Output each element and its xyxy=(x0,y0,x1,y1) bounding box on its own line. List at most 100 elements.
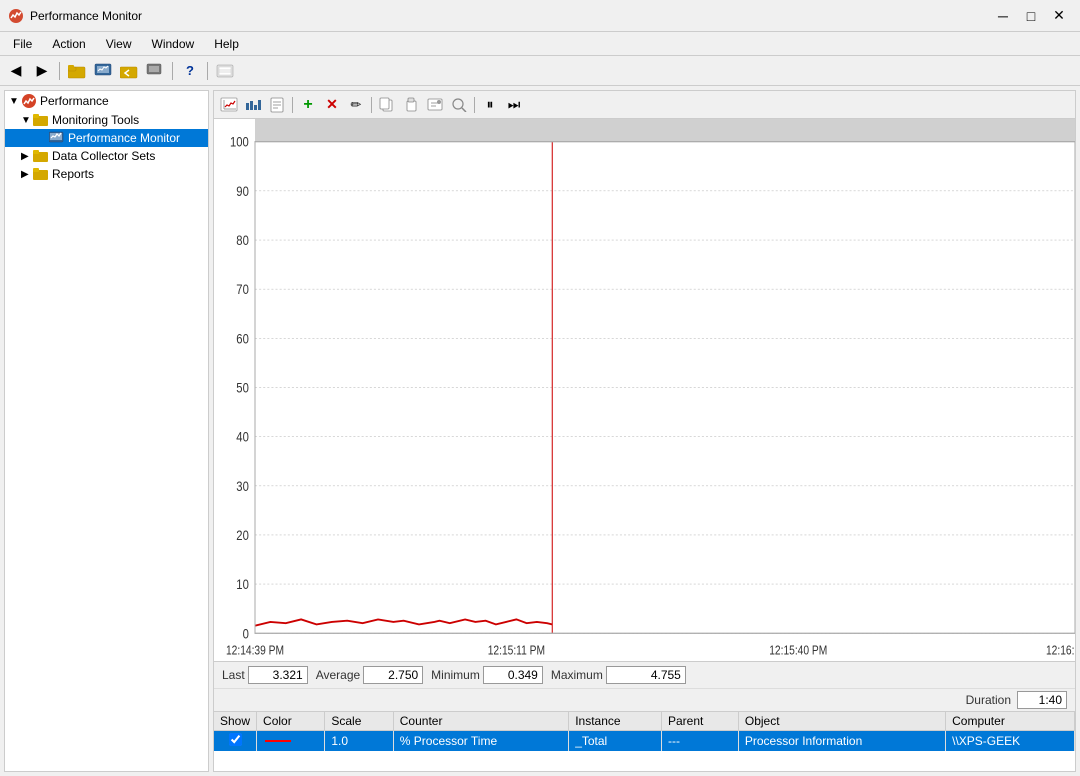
report-button[interactable] xyxy=(266,95,288,115)
expand-icon-monitoring: ▼ xyxy=(21,115,33,126)
col-computer: Computer xyxy=(946,712,1075,731)
svg-text:12:15:40 PM: 12:15:40 PM xyxy=(769,645,827,658)
outer-toolbar: ◀ ▶ ? xyxy=(0,56,1080,86)
folder-button[interactable] xyxy=(65,60,89,82)
svg-text:0: 0 xyxy=(243,626,249,641)
stats-row: Last 3.321 Average 2.750 Minimum 0.349 M… xyxy=(214,661,1075,688)
sidebar-label-performance: Performance xyxy=(40,94,109,108)
sidebar: ▼ Performance ▼ Monitoring Tools xyxy=(4,90,209,772)
duration-label: Duration xyxy=(966,693,1011,707)
inner-sep1 xyxy=(292,97,293,113)
expand-icon-reports: ▶ xyxy=(21,169,33,180)
add-counter-button[interactable]: + xyxy=(297,95,319,115)
monitor-btn[interactable] xyxy=(91,60,115,82)
menu-bar: File Action View Window Help xyxy=(0,32,1080,56)
maximum-value: 4.755 xyxy=(606,666,686,684)
app-icon xyxy=(8,8,24,24)
svg-text:12:14:39 PM: 12:14:39 PM xyxy=(226,645,284,658)
svg-text:12:16:17 PM: 12:16:17 PM xyxy=(1046,645,1075,658)
folder-collector-icon xyxy=(33,149,49,163)
back-button[interactable]: ◀ xyxy=(4,60,28,82)
sidebar-item-performance-monitor[interactable]: Performance Monitor xyxy=(5,129,208,147)
pause-button[interactable]: ⏸ xyxy=(479,95,501,115)
paste-button[interactable] xyxy=(400,95,422,115)
inner-sep2 xyxy=(371,97,372,113)
copy-button[interactable] xyxy=(376,95,398,115)
right-panel: + ✕ ✏ xyxy=(213,90,1076,772)
svg-text:40: 40 xyxy=(236,430,249,445)
title-bar: Performance Monitor ─ □ ✕ xyxy=(0,0,1080,32)
stat-minimum: Minimum 0.349 xyxy=(431,666,543,684)
window-title: Performance Monitor xyxy=(30,9,990,23)
console-btn[interactable] xyxy=(213,60,237,82)
svg-text:80: 80 xyxy=(236,233,249,248)
instance-cell: _Total xyxy=(569,731,662,752)
last-label: Last xyxy=(222,668,245,682)
col-instance: Instance xyxy=(569,712,662,731)
svg-text:20: 20 xyxy=(236,528,249,543)
sidebar-item-reports[interactable]: ▶ Reports xyxy=(5,165,208,183)
expand-icon-performance: ▼ xyxy=(9,96,21,107)
sidebar-label-data-collector-sets: Data Collector Sets xyxy=(52,149,155,163)
col-color: Color xyxy=(257,712,325,731)
stat-last: Last 3.321 xyxy=(222,666,308,684)
folder-monitoring-icon xyxy=(33,113,49,127)
sidebar-label-reports: Reports xyxy=(52,167,94,181)
sidebar-label-monitoring-tools: Monitoring Tools xyxy=(52,113,139,127)
stat-average: Average 2.750 xyxy=(316,666,423,684)
monitor2-btn[interactable] xyxy=(143,60,167,82)
menu-window[interactable]: Window xyxy=(143,34,204,54)
last-value: 3.321 xyxy=(248,666,308,684)
svg-text:50: 50 xyxy=(236,380,249,395)
stat-maximum: Maximum 4.755 xyxy=(551,666,686,684)
restore-button[interactable]: □ xyxy=(1018,6,1044,26)
minimum-label: Minimum xyxy=(431,668,480,682)
computer-cell: \\XPS-GEEK xyxy=(946,731,1075,752)
svg-text:10: 10 xyxy=(236,577,249,592)
perf-icon xyxy=(21,93,37,109)
sidebar-item-monitoring-tools[interactable]: ▼ Monitoring Tools xyxy=(5,111,208,129)
back-folder-btn[interactable] xyxy=(117,60,141,82)
scale-cell: 1.0 xyxy=(325,731,393,752)
counter-table-area: Show Color Scale Counter Instance Parent… xyxy=(214,711,1075,771)
duration-value: 1:40 xyxy=(1017,691,1067,709)
menu-action[interactable]: Action xyxy=(43,34,94,54)
duration-row: Duration 1:40 xyxy=(214,688,1075,711)
histogram-button[interactable] xyxy=(242,95,264,115)
toolbar-sep1 xyxy=(59,62,60,80)
average-label: Average xyxy=(316,668,360,682)
menu-file[interactable]: File xyxy=(4,34,41,54)
remove-counter-button[interactable]: ✕ xyxy=(321,95,343,115)
sidebar-item-data-collector-sets[interactable]: ▶ Data Collector Sets xyxy=(5,147,208,165)
close-button[interactable]: ✕ xyxy=(1046,6,1072,26)
highlight-button[interactable]: ✏ xyxy=(345,95,367,115)
toolbar-sep2 xyxy=(172,62,173,80)
svg-text:100: 100 xyxy=(230,135,249,150)
properties-button[interactable] xyxy=(424,95,446,115)
next-frame-button[interactable]: ⏭ xyxy=(503,95,525,115)
col-show: Show xyxy=(214,712,257,731)
graph-view-button[interactable] xyxy=(218,95,240,115)
forward-button[interactable]: ▶ xyxy=(30,60,54,82)
window-controls: ─ □ ✕ xyxy=(990,6,1072,26)
freeze-button[interactable] xyxy=(448,95,470,115)
expand-icon-collector: ▶ xyxy=(21,151,33,162)
table-row[interactable]: 1.0% Processor Time_Total---Processor In… xyxy=(214,731,1075,752)
menu-view[interactable]: View xyxy=(97,34,141,54)
show-cell[interactable] xyxy=(214,731,257,752)
main-container: ▼ Performance ▼ Monitoring Tools xyxy=(0,86,1080,776)
toolbar-sep3 xyxy=(207,62,208,80)
svg-text:70: 70 xyxy=(236,282,249,297)
help-btn[interactable]: ? xyxy=(178,60,202,82)
inner-toolbar: + ✕ ✏ xyxy=(214,91,1075,119)
col-parent: Parent xyxy=(661,712,738,731)
counter-cell: % Processor Time xyxy=(393,731,568,752)
object-cell: Processor Information xyxy=(738,731,945,752)
menu-help[interactable]: Help xyxy=(205,34,248,54)
show-checkbox[interactable] xyxy=(229,733,242,746)
average-value: 2.750 xyxy=(363,666,423,684)
minimize-button[interactable]: ─ xyxy=(990,6,1016,26)
sidebar-item-performance[interactable]: ▼ Performance xyxy=(5,91,208,111)
inner-sep3 xyxy=(474,97,475,113)
svg-text:30: 30 xyxy=(236,479,249,494)
